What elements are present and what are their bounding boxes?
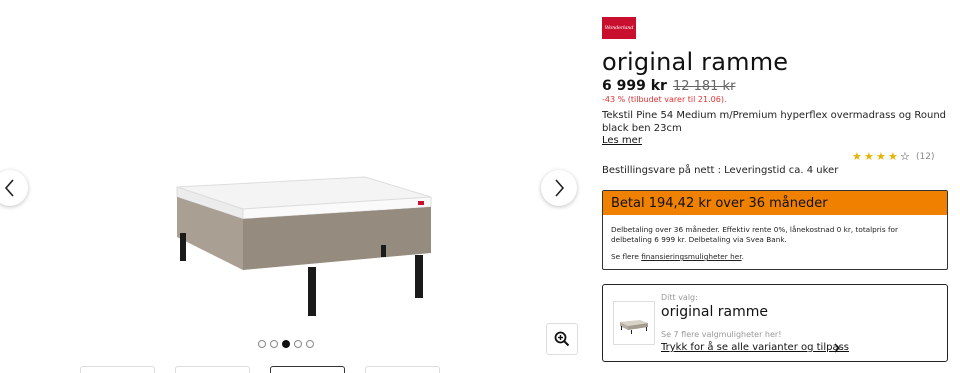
product-description: Tekstil Pine 54 Medium m/Premium hyperfl… (602, 110, 947, 134)
choice-more-text: Se 7 flere valgmuligheter her! (661, 330, 782, 339)
current-price: 6 999 kr (602, 78, 667, 94)
brand-logo[interactable]: Wonderland (602, 17, 636, 39)
see-variants-link[interactable]: Trykk for å se alle varianter og tilpass (661, 342, 849, 353)
star-full-icon: ★ (876, 150, 886, 163)
finance-more-prefix: Se flere (611, 252, 642, 261)
old-price: 12 181 kr (672, 79, 736, 94)
gallery-dot[interactable] (294, 340, 302, 348)
chevron-right-icon (555, 179, 565, 197)
gallery-prev-button[interactable] (0, 170, 28, 206)
star-full-icon: ★ (888, 150, 898, 163)
choice-name: original ramme (661, 304, 769, 320)
choice-label: Ditt valg: (661, 293, 698, 302)
zoom-in-icon (554, 331, 570, 347)
star-full-icon: ★ (864, 150, 874, 163)
chevron-right-icon (834, 343, 840, 353)
gallery-next-button[interactable] (541, 170, 577, 206)
variant-choice-card[interactable]: Ditt valg: original ramme Se 7 flere val… (602, 284, 948, 362)
finance-more-suffix: . (741, 252, 744, 261)
finance-details: Delbetaling over 36 måneder. Effektiv re… (611, 225, 898, 244)
read-more-link[interactable]: Les mer (602, 135, 642, 146)
price-row: 6 999 kr 12 181 kr (602, 78, 735, 94)
product-title: original ramme (602, 48, 789, 76)
finance-headline: Betal 194,42 kr over 36 måneder (603, 191, 947, 215)
gallery-thumbnail[interactable] (80, 366, 155, 373)
chevron-left-icon (4, 179, 14, 197)
delivery-info: Bestillingsvare på nett : Leveringstid c… (602, 165, 839, 176)
gallery-dot-active[interactable] (282, 340, 290, 348)
finance-box: Betal 194,42 kr over 36 måneder Delbetal… (602, 190, 948, 270)
gallery-dot[interactable] (306, 340, 314, 348)
variant-thumbnail (613, 301, 655, 345)
finance-more: Se flere finansieringsmuligheter her. (611, 252, 939, 262)
finance-options-link[interactable]: finansieringsmuligheter her (641, 252, 741, 261)
star-half-icon: ☆ (900, 150, 910, 163)
product-gallery (0, 0, 585, 373)
gallery-thumbnail[interactable] (365, 366, 440, 373)
rating[interactable]: ★ ★ ★ ★ ☆ (12) (852, 151, 934, 162)
zoom-button[interactable] (546, 323, 578, 355)
gallery-thumbnail-selected[interactable] (270, 366, 345, 373)
gallery-dot[interactable] (258, 340, 266, 348)
gallery-thumbnail[interactable] (175, 366, 250, 373)
gallery-dot[interactable] (270, 340, 278, 348)
gallery-dots (258, 340, 314, 348)
star-full-icon: ★ (852, 150, 862, 163)
product-image (165, 175, 445, 320)
gallery-thumbnails (80, 366, 440, 373)
rating-count: (12) (916, 151, 935, 162)
discount-text: -43 % (tilbudet varer til 21.06). (602, 95, 727, 104)
